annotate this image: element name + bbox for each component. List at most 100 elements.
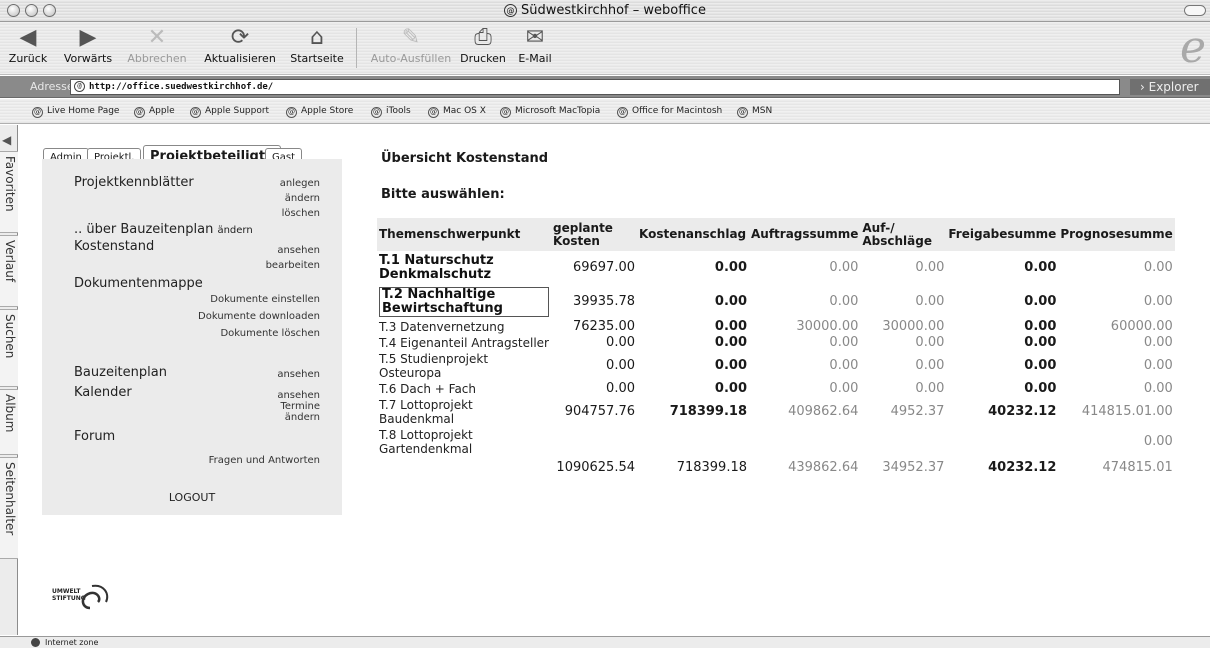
topic-cell[interactable]: T.6 Dach + Fach [377, 381, 551, 397]
kalender-ansehen-link[interactable]: ansehen [277, 390, 320, 401]
favorite-icon: @ [737, 107, 748, 118]
refresh-icon: ⟳ [230, 25, 250, 50]
kostenstand-ansehen-link[interactable]: ansehen [277, 245, 320, 256]
topic-cell[interactable]: T.1 Naturschutz Denkmalschutz [377, 251, 551, 285]
favorite-label: Microsoft MacTopia [515, 106, 601, 116]
table-row[interactable]: T.3 Datenvernetzung 76235.00 0.00 30000.… [377, 319, 1175, 335]
dokumente-einstellen-link[interactable]: Dokumente einstellen [210, 294, 320, 305]
favorite-link[interactable]: @ Apple Store [286, 106, 353, 118]
home-button[interactable]: ⌂ Startseite [286, 24, 348, 72]
totals-label-cell [377, 457, 551, 479]
email-button[interactable]: ✉ E-Mail [512, 24, 558, 72]
topic-cell[interactable]: T.4 Eigenanteil Antragsteller [377, 335, 551, 351]
column-header: Auftragssumme [749, 218, 861, 251]
favorite-link[interactable]: @ Office for Macintosh [617, 106, 722, 118]
order-sum-cell: 0.00 [829, 381, 859, 396]
back-button-label: Zurück [8, 52, 48, 65]
favorite-label: Office for Macintosh [632, 106, 723, 116]
topic-cell[interactable]: T.7 Lottoprojekt Baudenkmal [377, 397, 551, 427]
release-sum-total: 40232.12 [988, 460, 1057, 475]
topic-cell[interactable]: T.2 Nachhaltige Bewirtschaftung [377, 285, 551, 319]
surcharge-cell: 0.00 [915, 294, 945, 309]
table-row[interactable]: T.2 Nachhaltige Bewirtschaftung 39935.78… [377, 285, 1175, 319]
table-row[interactable]: T.8 Lottoprojekt Gartendenkmal 0.00 [377, 427, 1175, 457]
bauzeitenplan-ansehen-link[interactable]: ansehen [277, 369, 320, 380]
topic-cell[interactable]: T.5 Studienprojekt Osteuropa [377, 351, 551, 381]
dokumente-loeschen-link[interactable]: Dokumente löschen [220, 328, 320, 339]
address-input[interactable]: @ http://office.suedwestkirchhof.de/ [70, 79, 1120, 95]
projektkennblatt-anlegen-link[interactable]: anlegen [280, 178, 320, 189]
table-row[interactable]: T.4 Eigenanteil Antragsteller 0.00 0.00 … [377, 335, 1175, 351]
release-sum-cell: 0.00 [1024, 319, 1057, 334]
forecast-cell: 0.00 [1143, 381, 1173, 396]
kostenstand-heading: Kostenstand [74, 239, 155, 254]
favorite-link[interactable]: @ Mac OS X [428, 106, 486, 118]
surcharge-total: 34952.37 [882, 460, 945, 475]
totals-row: 1090625.54 718399.18 439862.64 34952.37 … [377, 457, 1175, 479]
table-row[interactable]: T.1 Naturschutz Denkmalschutz 69697.00 0… [377, 251, 1175, 285]
navigation-panel: Projektkennblätter anlegen ändern lösche… [42, 159, 342, 515]
projektkennblatt-aendern-link[interactable]: ändern [285, 193, 320, 204]
print-button[interactable]: ⎙ Drucken [458, 24, 508, 72]
estimate-cell: 0.00 [714, 358, 747, 373]
status-bar: Internet zone [0, 636, 1210, 648]
bauzeitenplan-link-label: .. über Bauzeitenplan [74, 222, 214, 237]
dokumente-downloaden-link[interactable]: Dokumente downloaden [198, 311, 320, 322]
surcharge-cell: 0.00 [915, 358, 945, 373]
sidebar-tab-suchen[interactable]: Suchen [0, 309, 18, 387]
bauzeitenplan-heading: Bauzeitenplan [74, 365, 167, 380]
favorite-link[interactable]: @ Microsoft MacTopia [500, 106, 600, 118]
back-button[interactable]: ◀ Zurück [8, 24, 48, 72]
autofill-button[interactable]: ✎ Auto-Ausfüllen [368, 24, 454, 72]
explorer-button[interactable]: › Explorer [1130, 79, 1210, 95]
sidebar-tab-verlauf[interactable]: Verlauf [0, 235, 18, 307]
dokumentenmappe-heading: Dokumentenmappe [74, 276, 203, 291]
kalender-termine-aendern-link[interactable]: ändern [285, 412, 320, 423]
kostenstand-bearbeiten-link[interactable]: bearbeiten [266, 260, 320, 271]
order-sum-cell: 0.00 [829, 358, 859, 373]
address-url: http://office.suedwestkirchhof.de/ [89, 82, 274, 92]
forecast-cell: 0.00 [1143, 260, 1173, 275]
column-header: Freigabesumme [946, 218, 1059, 251]
favorite-icon: @ [500, 107, 511, 118]
topic-link-focused[interactable]: T.2 Nachhaltige Bewirtschaftung [379, 287, 549, 317]
refresh-button[interactable]: ⟳ Aktualisieren [196, 24, 284, 72]
forum-fragen-link[interactable]: Fragen und Antworten [209, 455, 320, 466]
window-title-text: Südwestkirchhof – weboffice [521, 3, 706, 18]
collapse-sidebar-icon[interactable]: ◀ [2, 133, 11, 147]
sidebar-tab-seitenhalter[interactable]: Seitenhalter [0, 457, 18, 559]
sidebar-tab-favoriten[interactable]: Favoriten [0, 151, 18, 233]
estimate-total: 718399.18 [676, 460, 747, 475]
release-sum-cell: 40232.12 [988, 404, 1057, 419]
stop-button[interactable]: ✕ Abbrechen [120, 24, 194, 72]
favorite-icon: @ [190, 107, 201, 118]
forecast-cell: 0.00 [1143, 358, 1173, 373]
home-button-label: Startseite [290, 52, 344, 65]
bauzeitenplan-aendern-link[interactable]: .. über Bauzeitenplan ändern [74, 222, 253, 237]
table-row[interactable]: T.5 Studienprojekt Osteuropa 0.00 0.00 0… [377, 351, 1175, 381]
topic-cell[interactable]: T.8 Lottoprojekt Gartendenkmal [377, 427, 551, 457]
favorite-link[interactable]: @ MSN [737, 106, 772, 118]
column-header: Auf-/ Abschläge [860, 218, 947, 251]
page-icon: @ [504, 4, 518, 17]
planned-cost-cell: 39935.78 [572, 294, 635, 309]
favorite-link[interactable]: @ Apple Support [190, 106, 269, 118]
explorer-logo-icon: e [1179, 22, 1206, 73]
toolbar-separator [356, 28, 357, 68]
favorite-link[interactable]: @ Live Home Page [32, 106, 119, 118]
favorite-link[interactable]: @ iTools [371, 106, 411, 118]
favorite-link[interactable]: @ Apple [134, 106, 175, 118]
home-icon: ⌂ [310, 25, 324, 50]
page-subtitle: Bitte auswählen: [381, 187, 505, 202]
sidebar-tab-album[interactable]: Album [0, 389, 18, 455]
table-row[interactable]: T.6 Dach + Fach 0.00 0.00 0.00 0.00 0.00… [377, 381, 1175, 397]
favorite-icon: @ [286, 107, 297, 118]
logout-link[interactable]: LOGOUT [42, 491, 342, 504]
topic-cell[interactable]: T.3 Datenvernetzung [377, 319, 551, 335]
planned-cost-cell: 0.00 [606, 358, 635, 373]
release-sum-cell: 0.00 [1024, 335, 1057, 350]
toolbar-toggle-button[interactable] [1184, 5, 1206, 16]
table-row[interactable]: T.7 Lottoprojekt Baudenkmal 904757.76 71… [377, 397, 1175, 427]
forward-button[interactable]: ▶ Vorwärts [56, 24, 120, 72]
projektkennblatt-loeschen-link[interactable]: löschen [282, 208, 320, 219]
